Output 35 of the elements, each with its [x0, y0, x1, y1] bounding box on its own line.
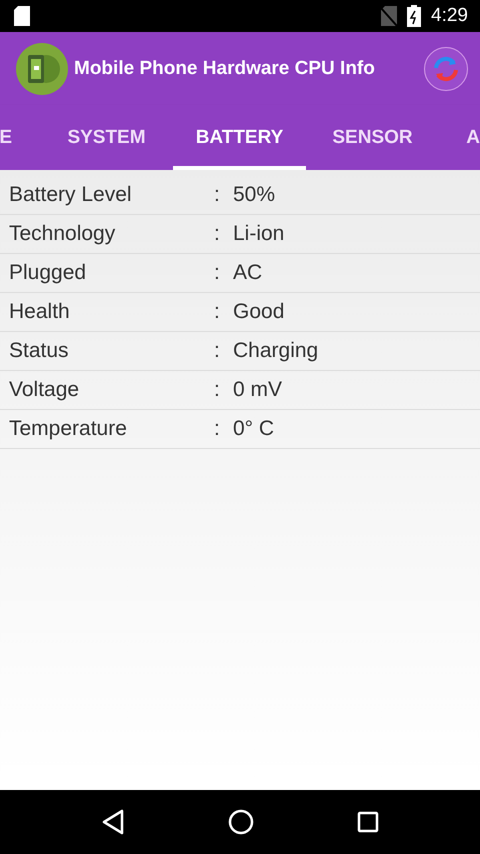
tab[interactable]: SENSOR	[306, 105, 439, 170]
separator-colon: :	[214, 300, 221, 324]
recents-icon[interactable]	[356, 811, 379, 833]
separator-colon: :	[214, 378, 221, 402]
separator-colon: :	[214, 417, 221, 441]
property-value: AC	[233, 261, 262, 285]
property-label: Temperature	[8, 417, 128, 441]
property-label: Plugged	[8, 261, 88, 285]
refresh-button[interactable]	[424, 46, 468, 90]
property-value: Charging	[233, 339, 318, 363]
home-icon[interactable]	[228, 809, 254, 835]
property-label: Technology	[8, 222, 116, 246]
no-sim-icon	[381, 6, 398, 26]
property-label: Battery Level	[8, 183, 133, 207]
tab[interactable]: A	[439, 105, 480, 170]
tab[interactable]: E	[0, 105, 40, 170]
property-label: Voltage	[8, 378, 80, 402]
back-icon[interactable]	[101, 809, 126, 835]
sd-card-icon	[14, 6, 30, 26]
property-value: 0 mV	[233, 378, 282, 402]
property-label: Status	[8, 339, 70, 363]
separator-colon: :	[214, 339, 221, 363]
property-label: Health	[8, 300, 71, 324]
property-value: 50%	[233, 183, 276, 207]
tab[interactable]: SYSTEM	[40, 105, 173, 170]
status-time: 4:29	[431, 5, 468, 27]
property-value: 0° C	[233, 417, 274, 441]
app-logo-icon	[16, 42, 68, 94]
separator-colon: :	[214, 183, 221, 207]
property-value: Li-ion	[233, 222, 284, 246]
property-value: Good	[233, 300, 284, 324]
separator-colon: :	[214, 261, 221, 285]
battery-icon	[407, 5, 422, 27]
app-title: Mobile Phone Hardware CPU Info	[74, 58, 376, 80]
separator-colon: :	[214, 222, 221, 246]
